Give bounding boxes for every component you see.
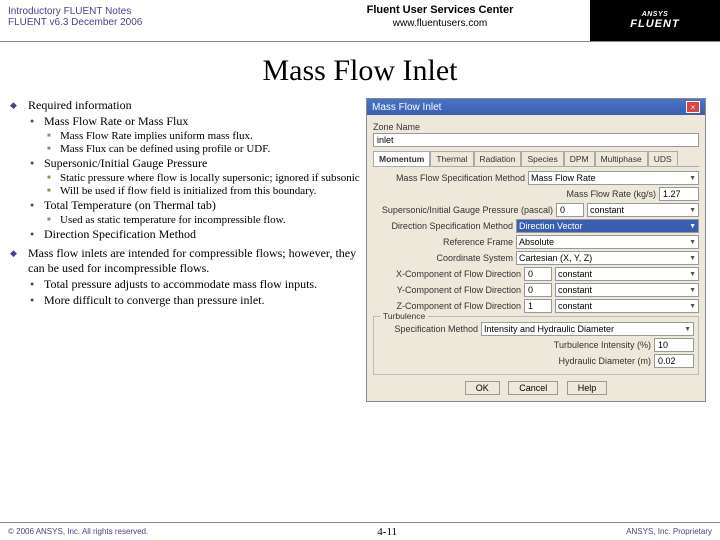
tab-dpm[interactable]: DPM [564, 151, 595, 166]
tab-thermal[interactable]: Thermal [430, 151, 473, 166]
bullet-text: Mass flow inlets are intended for compre… [28, 246, 356, 275]
cancel-button[interactable]: Cancel [508, 381, 558, 395]
course-version: FLUENT v6.3 December 2006 [8, 17, 282, 28]
tab-radiation[interactable]: Radiation [474, 151, 522, 166]
mfsm-label: Mass Flow Specification Method [373, 173, 525, 183]
chevron-down-icon: ▼ [689, 175, 696, 182]
ref-select[interactable]: Absolute▼ [516, 235, 699, 249]
tab-momentum[interactable]: Momentum [373, 151, 430, 166]
zc-field[interactable]: 1 [524, 299, 552, 313]
sub-bullet: Mass Flow Rate implies uniform mass flux… [44, 130, 366, 142]
slide-content: Required information Mass Flow Rate or M… [0, 98, 720, 402]
sub-bullet: Static pressure where flow is locally su… [44, 172, 366, 184]
dialog-body: Zone Name inlet Momentum Thermal Radiati… [367, 115, 705, 401]
dsm-label: Direction Specification Method [373, 221, 513, 231]
xc-label: X-Component of Flow Direction [373, 269, 521, 279]
header-left: Introductory FLUENT Notes FLUENT v6.3 De… [0, 0, 290, 41]
tab-uds[interactable]: UDS [648, 151, 678, 166]
brand-logo: ANSYS FLUENT [590, 0, 720, 41]
dialog-title: Mass Flow Inlet [372, 102, 441, 113]
yc-select[interactable]: constant▼ [555, 283, 699, 297]
text-column: Required information Mass Flow Rate or M… [6, 98, 366, 402]
mfsm-select[interactable]: Mass Flow Rate▼ [528, 171, 699, 185]
turbulence-group: Turbulence Specification MethodIntensity… [373, 316, 699, 375]
header-center: Fluent User Services Center www.fluentus… [290, 0, 590, 41]
cs-select[interactable]: Cartesian (X, Y, Z)▼ [516, 251, 699, 265]
mfr-field[interactable]: 1.27 [659, 187, 699, 201]
chevron-down-icon: ▼ [684, 326, 691, 333]
bullet-text: Mass Flow Rate or Mass Flux [44, 114, 188, 128]
chevron-down-icon: ▼ [689, 255, 696, 262]
bullet-text: Supersonic/Initial Gauge Pressure [44, 156, 207, 170]
service-center: Fluent User Services Center [290, 4, 590, 16]
zc-select[interactable]: constant▼ [555, 299, 699, 313]
yc-label: Y-Component of Flow Direction [373, 285, 521, 295]
chevron-down-icon: ▼ [689, 223, 696, 230]
chevron-down-icon: ▼ [689, 287, 696, 294]
sm-select[interactable]: Intensity and Hydraulic Diameter▼ [481, 322, 694, 336]
dialog-buttons: OK Cancel Help [373, 381, 699, 395]
zone-name-field[interactable]: inlet [373, 133, 699, 147]
turbulence-label: Turbulence [380, 311, 428, 321]
yc-field[interactable]: 0 [524, 283, 552, 297]
copyright: © 2006 ANSYS, Inc. All rights reserved. [8, 527, 148, 536]
dialog-titlebar[interactable]: Mass Flow Inlet × [367, 99, 705, 115]
slide-title: Mass Flow Inlet [0, 54, 720, 88]
cs-label: Coordinate System [373, 253, 513, 263]
ref-label: Reference Frame [373, 237, 513, 247]
sub-bullet: Mass Flux can be defined using profile o… [44, 143, 366, 155]
hd-field[interactable]: 0.02 [654, 354, 694, 368]
dialog-tabs: Momentum Thermal Radiation Species DPM M… [373, 151, 699, 167]
sub-bullet: More difficult to converge than pressure… [28, 293, 366, 308]
bullet-mass-flow-rate: Mass Flow Rate or Mass Flux Mass Flow Ra… [28, 114, 366, 155]
page-number: 4-11 [377, 526, 397, 538]
tab-multiphase[interactable]: Multiphase [595, 151, 648, 166]
chevron-down-icon: ▼ [689, 207, 696, 214]
sub-bullet: Will be used if flow field is initialize… [44, 185, 366, 197]
mfr-label: Mass Flow Rate (kg/s) [566, 189, 656, 199]
bullet-direction-spec: Direction Specification Method [28, 227, 366, 242]
ti-field[interactable]: 10 [654, 338, 694, 352]
mass-flow-inlet-dialog: Mass Flow Inlet × Zone Name inlet Moment… [366, 98, 706, 402]
zone-name-label: Zone Name [373, 122, 699, 132]
dsm-select[interactable]: Direction Vector▼ [516, 219, 699, 233]
product-name: FLUENT [630, 18, 679, 30]
zc-label: Z-Component of Flow Direction [373, 301, 521, 311]
sub-bullet: Used as static temperature for incompres… [44, 214, 366, 226]
bullet-compressible: Mass flow inlets are intended for compre… [10, 246, 366, 308]
hd-label: Hydraulic Diameter (m) [558, 356, 651, 366]
sm-label: Specification Method [378, 324, 478, 334]
ti-label: Turbulence Intensity (%) [554, 340, 651, 350]
tab-species[interactable]: Species [521, 151, 563, 166]
chevron-down-icon: ▼ [689, 303, 696, 310]
xc-field[interactable]: 0 [524, 267, 552, 281]
bullet-text: Total Temperature (on Thermal tab) [44, 198, 216, 212]
sigp-label: Supersonic/Initial Gauge Pressure (pasca… [373, 205, 553, 215]
bullet-required-info: Required information Mass Flow Rate or M… [10, 98, 366, 242]
service-url: www.fluentusers.com [290, 18, 590, 29]
close-icon[interactable]: × [686, 101, 700, 113]
course-title: Introductory FLUENT Notes [8, 6, 282, 17]
sigp-select[interactable]: constant▼ [587, 203, 699, 217]
bullet-supersonic: Supersonic/Initial Gauge Pressure Static… [28, 156, 366, 197]
bullet-total-temp: Total Temperature (on Thermal tab) Used … [28, 198, 366, 226]
sub-bullet: Total pressure adjusts to accommodate ma… [28, 277, 366, 292]
bullet-text: Required information [28, 98, 132, 112]
chevron-down-icon: ▼ [689, 239, 696, 246]
sigp-field[interactable]: 0 [556, 203, 584, 217]
slide-header: Introductory FLUENT Notes FLUENT v6.3 De… [0, 0, 720, 42]
xc-select[interactable]: constant▼ [555, 267, 699, 281]
slide-footer: © 2006 ANSYS, Inc. All rights reserved. … [0, 522, 720, 540]
proprietary: ANSYS, Inc. Proprietary [626, 527, 712, 536]
chevron-down-icon: ▼ [689, 271, 696, 278]
ok-button[interactable]: OK [465, 381, 500, 395]
help-button[interactable]: Help [567, 381, 608, 395]
brand-name: ANSYS [642, 11, 669, 18]
